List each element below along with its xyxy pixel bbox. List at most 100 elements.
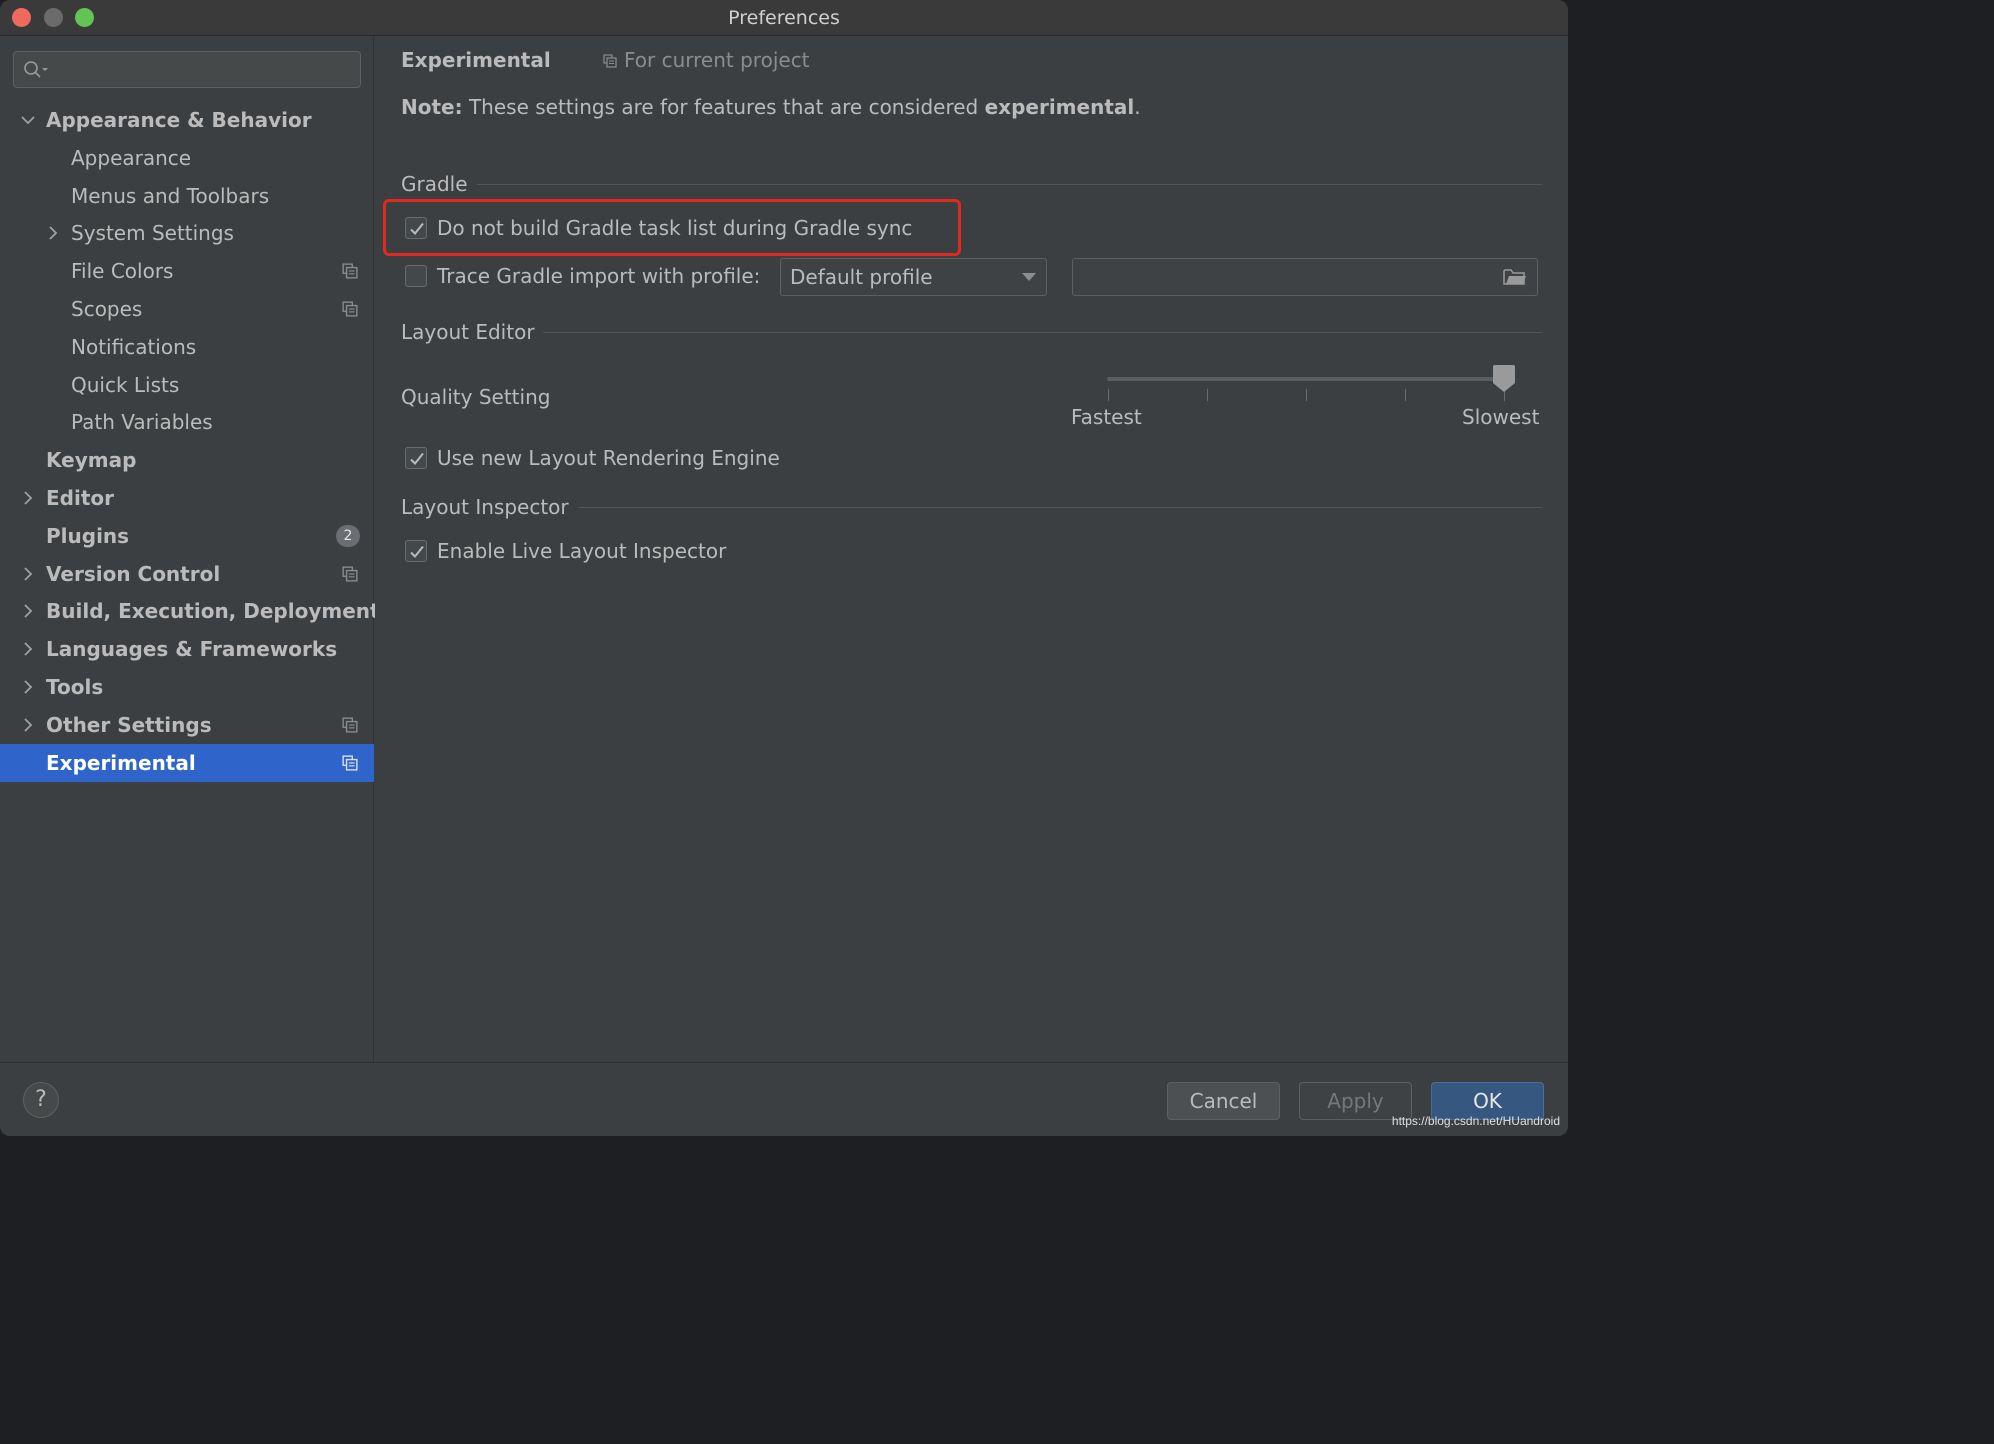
settings-content: Experimental For current project Note: T… (375, 36, 1568, 1062)
layout-inspector-section-divider (579, 507, 1542, 508)
slider-tick (1306, 389, 1307, 401)
settings-search-input[interactable] (13, 51, 361, 88)
dialog-footer: ? Cancel Apply OK https://blog.csdn.net/… (0, 1062, 1568, 1136)
project-level-icon (342, 566, 358, 582)
sidebar-item-notifications[interactable]: Notifications (0, 328, 374, 366)
layout-editor-section-heading: Layout Editor (401, 320, 535, 344)
gradle-section-divider (477, 184, 1542, 185)
sidebar-item-label: Plugins (46, 523, 130, 548)
check-icon (410, 222, 424, 235)
search-icon (24, 61, 48, 78)
dropdown-arrow-icon (1022, 273, 1036, 281)
help-button[interactable]: ? (23, 1082, 59, 1118)
chevron-right-icon[interactable] (21, 566, 35, 581)
project-level-icon (342, 755, 358, 771)
sidebar-item-label: Notifications (71, 334, 197, 359)
layout-editor-section-divider (543, 332, 1542, 333)
sidebar-item-menus-and-toolbars[interactable]: Menus and Toolbars (0, 177, 374, 215)
project-level-icon (603, 54, 617, 68)
sidebar-item-label: Build, Execution, Deployment (46, 599, 380, 624)
sidebar-item-file-colors[interactable]: File Colors (0, 252, 374, 290)
note-suffix: . (1134, 95, 1141, 119)
trace-import-label[interactable]: Trace Gradle import with profile: (437, 264, 760, 288)
window-title: Preferences (728, 7, 840, 29)
note-text: These settings are for features that are… (462, 95, 985, 119)
sidebar-item-label: System Settings (71, 221, 234, 246)
project-level-icon (342, 717, 358, 733)
chevron-right-icon[interactable] (21, 604, 35, 619)
sidebar-item-system-settings[interactable]: System Settings (0, 214, 374, 252)
sidebar-item-label: Experimental (46, 750, 196, 775)
page-title: Experimental (401, 48, 551, 72)
live-inspector-label[interactable]: Enable Live Layout Inspector (437, 539, 726, 563)
sidebar-item-experimental[interactable]: Experimental (0, 743, 374, 782)
scope-label: For current project (624, 48, 810, 72)
chevron-right-icon[interactable] (21, 718, 35, 732)
settings-sidebar: Appearance & Behavior Appearance Menus and… (0, 36, 380, 1062)
sidebar-item-keymap[interactable]: Keymap (0, 441, 374, 479)
sidebar-item-label: Quick Lists (71, 372, 180, 397)
sidebar-item-label: Languages & Frameworks (46, 637, 338, 662)
sidebar-item-tools[interactable]: Tools (0, 668, 374, 706)
slider-tick (1108, 389, 1109, 401)
quality-slider-thumb[interactable] (1492, 365, 1516, 393)
update-count-badge: 2 (336, 524, 360, 547)
sidebar-item-label: Appearance & Behavior (46, 108, 312, 132)
slider-min-label: Fastest (1071, 405, 1142, 429)
live-inspector-checkbox[interactable] (405, 540, 427, 562)
sidebar-item-label: File Colors (71, 259, 174, 284)
note-emphasis: experimental (984, 95, 1135, 119)
slider-tick (1207, 389, 1208, 401)
sidebar-item-label: Keymap (46, 448, 137, 473)
sidebar-item-label: Path Variables (71, 410, 213, 435)
slider-max-label: Slowest (1462, 405, 1540, 429)
chevron-right-icon[interactable] (21, 642, 35, 656)
chevron-right-icon[interactable] (21, 680, 35, 694)
cancel-button[interactable]: Cancel (1167, 1082, 1280, 1120)
sidebar-item-label: Editor (46, 486, 114, 510)
no-task-list-label[interactable]: Do not build Gradle task list during Gra… (437, 216, 912, 240)
profile-dropdown-value: Default profile (790, 265, 933, 289)
folder-icon[interactable] (1503, 268, 1527, 286)
sidebar-item-appearance[interactable]: Appearance (0, 139, 374, 177)
sidebar-item-version-control[interactable]: Version Control (0, 555, 374, 593)
quality-slider-track[interactable] (1107, 377, 1505, 381)
experimental-note: Note: These settings are for features th… (401, 95, 1141, 119)
title-bar: Preferences (0, 0, 1568, 36)
new-rendering-engine-label[interactable]: Use new Layout Rendering Engine (437, 446, 780, 470)
sidebar-item-other-settings[interactable]: Other Settings (0, 706, 374, 744)
slider-tick (1405, 389, 1406, 401)
layout-inspector-section-heading: Layout Inspector (401, 495, 569, 519)
chevron-right-icon[interactable] (46, 226, 60, 241)
sidebar-item-label: Appearance (71, 145, 192, 170)
sidebar-item-label: Version Control (46, 561, 221, 586)
project-level-icon (342, 263, 358, 279)
sidebar-item-label: Scopes (71, 297, 143, 321)
note-prefix: Note: (401, 95, 463, 119)
no-task-list-checkbox[interactable] (405, 217, 427, 239)
chevron-down-icon[interactable] (21, 113, 35, 127)
profile-dropdown[interactable]: Default profile (780, 258, 1047, 296)
profile-path-field[interactable] (1072, 258, 1538, 296)
sidebar-item-editor[interactable]: Editor (0, 479, 374, 517)
sidebar-item-label: Tools (46, 675, 104, 699)
sidebar-item-build-execution-deployment[interactable]: Build, Execution, Deployment (0, 592, 380, 630)
preferences-window: Preferences Appearance & Behavior Appeara… (0, 0, 1568, 1136)
check-icon (410, 452, 424, 465)
new-rendering-engine-checkbox[interactable] (405, 447, 427, 469)
watermark-text: https://blog.csdn.net/HUandroid (1391, 1114, 1560, 1128)
trace-import-checkbox[interactable] (405, 265, 427, 287)
sidebar-item-languages-and-frameworks[interactable]: Languages & Frameworks (0, 630, 374, 668)
gradle-section-heading: Gradle (401, 172, 468, 196)
quality-setting-label: Quality Setting (401, 385, 551, 409)
sidebar-item-scopes[interactable]: Scopes (0, 290, 374, 328)
sidebar-item-label: Menus and Toolbars (71, 183, 270, 208)
sidebar-item-quick-lists[interactable]: Quick Lists (0, 366, 374, 404)
sidebar-item-path-variables[interactable]: Path Variables (0, 403, 374, 441)
sidebar-item-plugins[interactable]: Plugins 2 (0, 517, 374, 555)
project-level-icon (342, 301, 358, 317)
sidebar-item-label: Other Settings (46, 712, 212, 737)
check-icon (410, 545, 424, 558)
chevron-right-icon[interactable] (21, 491, 35, 505)
sidebar-item-appearance-and-behavior[interactable]: Appearance & Behavior (0, 101, 374, 139)
